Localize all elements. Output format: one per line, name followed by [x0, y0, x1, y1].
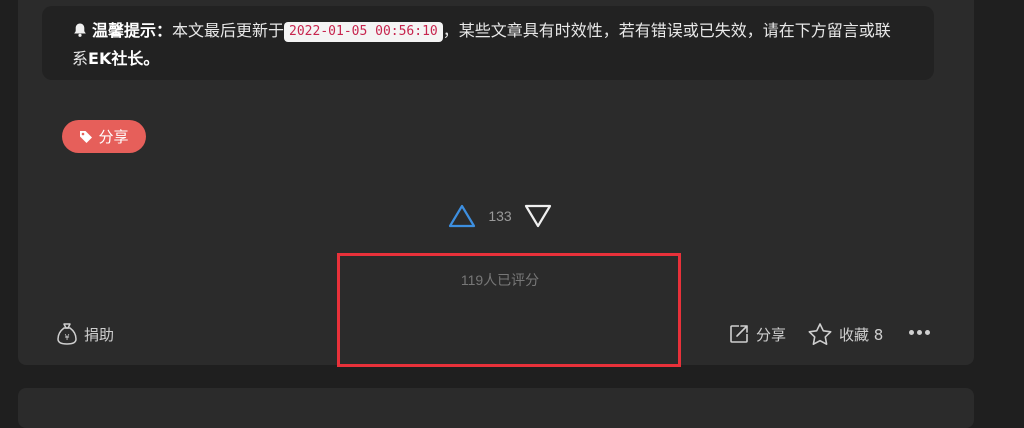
contact-name: EK社长 — [88, 49, 144, 68]
more-options-icon[interactable] — [909, 330, 930, 335]
updated-timestamp: 2022-01-05 00:56:10 — [284, 22, 443, 42]
vote-count: 133 — [488, 208, 512, 224]
notice-text: 本文最后更新于 — [172, 21, 285, 40]
update-notice: 温馨提示：本文最后更新于 2022-01-05 00:56:10 ，某些文章具有时效… — [42, 6, 934, 80]
share-icon — [730, 325, 748, 343]
svg-text:¥: ¥ — [64, 333, 69, 342]
bell-icon — [72, 20, 88, 46]
favorite-button[interactable]: 收藏 8 — [807, 320, 883, 348]
notice-label: 温馨提示： — [92, 21, 173, 40]
vote-widget: 133 — [420, 190, 580, 242]
downvote-icon[interactable] — [524, 203, 552, 229]
donate-label: 捐助 — [84, 325, 115, 344]
notice-end: 。 — [143, 49, 160, 68]
star-icon — [808, 323, 832, 345]
donate-button[interactable]: ¥ 捐助 — [56, 320, 114, 348]
money-bag-icon: ¥ — [57, 323, 77, 345]
highlight-box — [337, 253, 681, 367]
share-label: 分享 — [756, 325, 787, 344]
tag-label: 分享 — [98, 128, 129, 146]
tag-icon — [80, 130, 93, 143]
next-card — [18, 388, 974, 428]
favorite-label: 收藏 8 — [839, 325, 884, 344]
tag-share[interactable]: 分享 — [62, 120, 146, 153]
upvote-icon[interactable] — [448, 203, 476, 229]
share-button[interactable]: 分享 — [728, 320, 786, 348]
